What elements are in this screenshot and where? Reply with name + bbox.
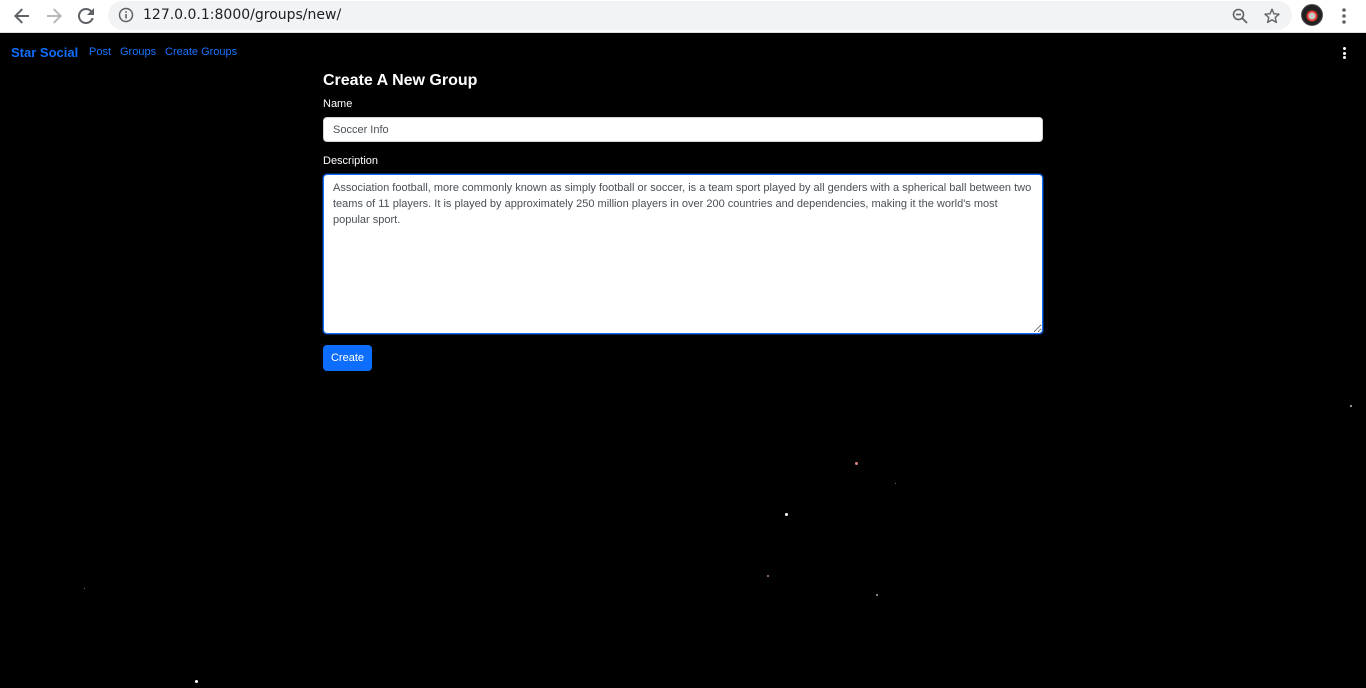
kebab-dot bbox=[1342, 47, 1346, 50]
background-star bbox=[767, 575, 769, 577]
kebab-dot bbox=[1342, 51, 1346, 55]
nav-link-post[interactable]: Post bbox=[89, 46, 111, 58]
background-star bbox=[84, 588, 85, 589]
reload-icon bbox=[78, 8, 94, 24]
kebab-menu-icon bbox=[1342, 8, 1346, 24]
brand-link[interactable]: Star Social bbox=[11, 45, 78, 60]
reload-button[interactable] bbox=[73, 4, 99, 28]
background-star bbox=[855, 462, 858, 465]
url-text[interactable]: 127.0.0.1:8000/groups/new/ bbox=[143, 7, 341, 23]
site-navbar: Star Social Post Groups Create Groups bbox=[0, 34, 1366, 72]
create-button[interactable]: Create bbox=[323, 345, 372, 371]
zoom-out-icon bbox=[1232, 8, 1248, 24]
star-icon bbox=[1264, 8, 1280, 24]
nav-link-create-groups[interactable]: Create Groups bbox=[165, 46, 237, 58]
arrow-left-icon bbox=[14, 8, 29, 24]
address-bar[interactable]: 127.0.0.1:8000/groups/new/ bbox=[108, 1, 1292, 30]
info-icon[interactable] bbox=[118, 7, 134, 23]
name-label: Name bbox=[323, 98, 353, 110]
browser-toolbar: 127.0.0.1:8000/groups/new/ bbox=[0, 0, 1366, 33]
page-title: Create A New Group bbox=[323, 72, 478, 89]
background-star bbox=[785, 513, 788, 516]
nav-link-groups[interactable]: Groups bbox=[120, 46, 156, 58]
page-body: Star Social Post Groups Create Groups Cr… bbox=[0, 34, 1366, 688]
back-button[interactable] bbox=[9, 4, 35, 28]
background-star bbox=[195, 680, 198, 683]
forward-button[interactable] bbox=[41, 4, 67, 28]
profile-avatar[interactable] bbox=[1301, 4, 1323, 26]
description-label: Description bbox=[323, 155, 379, 167]
arrow-right-icon bbox=[47, 8, 62, 24]
zoom-out-button[interactable] bbox=[1231, 7, 1249, 25]
browser-menu-button[interactable] bbox=[1335, 6, 1353, 26]
description-textarea[interactable]: Association football, more commonly know… bbox=[323, 174, 1043, 334]
background-star bbox=[895, 483, 896, 484]
kebab-dot bbox=[1342, 56, 1346, 59]
name-input[interactable] bbox=[323, 117, 1043, 142]
bookmark-button[interactable] bbox=[1263, 7, 1281, 25]
background-star bbox=[876, 594, 878, 596]
background-star bbox=[1350, 405, 1352, 407]
navbar-menu-toggle[interactable] bbox=[1338, 47, 1350, 61]
